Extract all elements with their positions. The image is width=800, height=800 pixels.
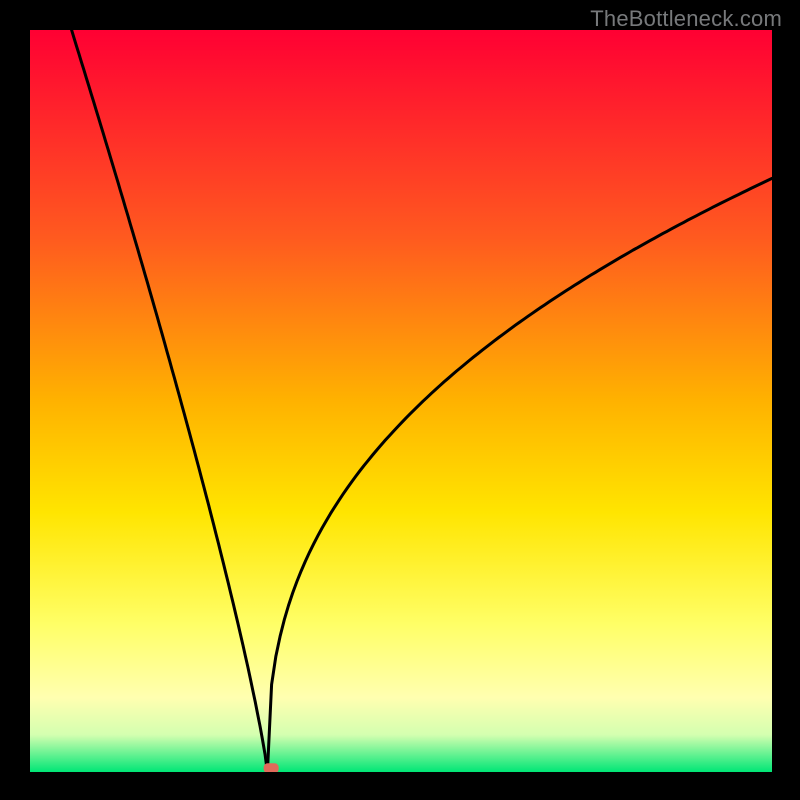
bottleneck-chart [0, 0, 800, 800]
bottleneck-marker [264, 763, 279, 773]
watermark-label: TheBottleneck.com [590, 6, 782, 32]
chart-container: TheBottleneck.com [0, 0, 800, 800]
plot-background [30, 30, 772, 772]
